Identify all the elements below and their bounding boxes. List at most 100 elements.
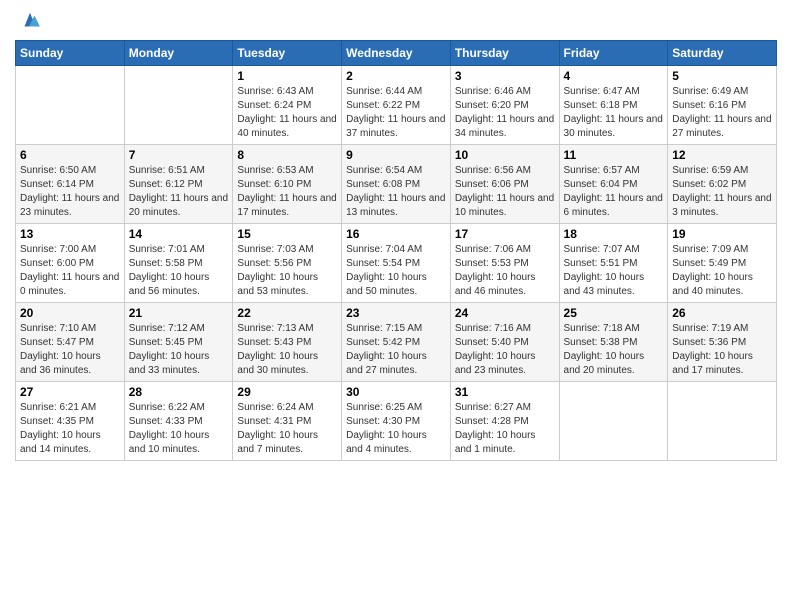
day-cell: 30 Sunrise: 6:25 AM Sunset: 4:30 PM Dayli… [342,382,451,461]
logo-icon [19,10,41,32]
day-info: Sunrise: 7:04 AM Sunset: 5:54 PM Dayligh… [346,243,446,299]
day-info: Sunrise: 6:59 AM Sunset: 6:02 PM Dayligh… [672,164,772,220]
weekday-header-wednesday: Wednesday [342,41,451,66]
day-cell: 27Sunrise: 6:21 AM Sunset: 4:35 PM Dayli… [16,382,125,461]
weekday-header-friday: Friday [559,41,668,66]
day-info: Sunrise: 7:01 AM Sunset: 5:58 PM Dayligh… [129,243,229,299]
week-row-5: 27Sunrise: 6:21 AM Sunset: 4:35 PM Dayli… [16,382,777,461]
day-number: 17 [455,227,555,241]
day-number: 30 [346,385,446,399]
day-cell: 8 Sunrise: 6:53 AM Sunset: 6:10 PM Daylig… [233,145,342,224]
week-row-4: 20 Sunrise: 7:10 AM Sunset: 5:47 PM Dayli… [16,303,777,382]
day-info: Sunrise: 6:50 AM Sunset: 6:14 PM Dayligh… [20,164,120,220]
day-cell: 19 Sunrise: 7:09 AM Sunset: 5:49 PM Dayli… [668,224,777,303]
day-number: 13 [20,227,120,241]
day-cell: 2 Sunrise: 6:44 AM Sunset: 6:22 PM Daylig… [342,66,451,145]
day-cell [124,66,233,145]
weekday-header-sunday: Sunday [16,41,125,66]
day-info: Sunrise: 6:47 AM Sunset: 6:18 PM Dayligh… [564,85,664,141]
day-cell: 21 Sunrise: 7:12 AM Sunset: 5:45 PM Dayli… [124,303,233,382]
day-number: 8 [237,148,337,162]
day-number: 11 [564,148,664,162]
day-info: Sunrise: 7:18 AM Sunset: 5:38 PM Dayligh… [564,322,664,378]
day-cell: 3Sunrise: 6:46 AM Sunset: 6:20 PM Daylig… [450,66,559,145]
day-cell: 1Sunrise: 6:43 AM Sunset: 6:24 PM Daylig… [233,66,342,145]
day-number: 25 [564,306,664,320]
day-info: Sunrise: 7:06 AM Sunset: 5:53 PM Dayligh… [455,243,555,299]
day-cell: 4 Sunrise: 6:47 AM Sunset: 6:18 PM Daylig… [559,66,668,145]
day-number: 24 [455,306,555,320]
day-number: 21 [129,306,229,320]
day-number: 26 [672,306,772,320]
day-info: Sunrise: 6:24 AM Sunset: 4:31 PM Dayligh… [237,401,337,457]
day-number: 2 [346,69,446,83]
day-info: Sunrise: 6:43 AM Sunset: 6:24 PM Dayligh… [237,85,337,141]
day-cell: 15 Sunrise: 7:03 AM Sunset: 5:56 PM Dayli… [233,224,342,303]
day-info: Sunrise: 6:25 AM Sunset: 4:30 PM Dayligh… [346,401,446,457]
day-number: 4 [564,69,664,83]
day-cell: 22Sunrise: 7:13 AM Sunset: 5:43 PM Dayli… [233,303,342,382]
day-info: Sunrise: 7:10 AM Sunset: 5:47 PM Dayligh… [20,322,120,378]
day-info: Sunrise: 7:15 AM Sunset: 5:42 PM Dayligh… [346,322,446,378]
weekday-header-monday: Monday [124,41,233,66]
day-info: Sunrise: 6:44 AM Sunset: 6:22 PM Dayligh… [346,85,446,141]
page-header [15,10,777,32]
day-cell: 10 Sunrise: 6:56 AM Sunset: 6:06 PM Dayli… [450,145,559,224]
day-number: 15 [237,227,337,241]
day-info: Sunrise: 7:00 AM Sunset: 6:00 PM Dayligh… [20,243,120,299]
day-number: 20 [20,306,120,320]
day-info: Sunrise: 6:53 AM Sunset: 6:10 PM Dayligh… [237,164,337,220]
day-number: 23 [346,306,446,320]
day-number: 10 [455,148,555,162]
day-number: 27 [20,385,120,399]
day-info: Sunrise: 6:22 AM Sunset: 4:33 PM Dayligh… [129,401,229,457]
day-info: Sunrise: 7:03 AM Sunset: 5:56 PM Dayligh… [237,243,337,299]
day-cell: 16 Sunrise: 7:04 AM Sunset: 5:54 PM Dayli… [342,224,451,303]
day-cell: 20 Sunrise: 7:10 AM Sunset: 5:47 PM Dayli… [16,303,125,382]
day-number: 7 [129,148,229,162]
day-cell: 23 Sunrise: 7:15 AM Sunset: 5:42 PM Dayli… [342,303,451,382]
day-info: Sunrise: 7:09 AM Sunset: 5:49 PM Dayligh… [672,243,772,299]
day-info: Sunrise: 6:56 AM Sunset: 6:06 PM Dayligh… [455,164,555,220]
weekday-header-row: SundayMondayTuesdayWednesdayThursdayFrid… [16,41,777,66]
week-row-3: 13 Sunrise: 7:00 AM Sunset: 6:00 PM Dayli… [16,224,777,303]
day-cell [559,382,668,461]
day-number: 31 [455,385,555,399]
day-number: 28 [129,385,229,399]
day-number: 18 [564,227,664,241]
day-cell: 9 Sunrise: 6:54 AM Sunset: 6:08 PM Daylig… [342,145,451,224]
day-cell: 11 Sunrise: 6:57 AM Sunset: 6:04 PM Dayli… [559,145,668,224]
day-number: 12 [672,148,772,162]
day-info: Sunrise: 6:49 AM Sunset: 6:16 PM Dayligh… [672,85,772,141]
day-cell: 5 Sunrise: 6:49 AM Sunset: 6:16 PM Daylig… [668,66,777,145]
day-cell: 14 Sunrise: 7:01 AM Sunset: 5:58 PM Dayli… [124,224,233,303]
day-number: 6 [20,148,120,162]
weekday-header-thursday: Thursday [450,41,559,66]
day-info: Sunrise: 7:13 AM Sunset: 5:43 PM Dayligh… [237,322,337,378]
day-info: Sunrise: 7:12 AM Sunset: 5:45 PM Dayligh… [129,322,229,378]
day-number: 14 [129,227,229,241]
calendar-table: SundayMondayTuesdayWednesdayThursdayFrid… [15,40,777,461]
day-number: 5 [672,69,772,83]
day-cell: 31 Sunrise: 6:27 AM Sunset: 4:28 PM Dayli… [450,382,559,461]
week-row-1: 1Sunrise: 6:43 AM Sunset: 6:24 PM Daylig… [16,66,777,145]
day-cell: 18 Sunrise: 7:07 AM Sunset: 5:51 PM Dayli… [559,224,668,303]
day-info: Sunrise: 7:07 AM Sunset: 5:51 PM Dayligh… [564,243,664,299]
day-cell: 7Sunrise: 6:51 AM Sunset: 6:12 PM Daylig… [124,145,233,224]
day-cell: 29 Sunrise: 6:24 AM Sunset: 4:31 PM Dayli… [233,382,342,461]
day-cell [16,66,125,145]
day-cell: 26 Sunrise: 7:19 AM Sunset: 5:36 PM Dayli… [668,303,777,382]
day-info: Sunrise: 6:54 AM Sunset: 6:08 PM Dayligh… [346,164,446,220]
day-number: 29 [237,385,337,399]
day-info: Sunrise: 6:57 AM Sunset: 6:04 PM Dayligh… [564,164,664,220]
day-number: 16 [346,227,446,241]
day-info: Sunrise: 7:19 AM Sunset: 5:36 PM Dayligh… [672,322,772,378]
day-info: Sunrise: 7:16 AM Sunset: 5:40 PM Dayligh… [455,322,555,378]
day-cell: 17 Sunrise: 7:06 AM Sunset: 5:53 PM Dayli… [450,224,559,303]
day-info: Sunrise: 6:27 AM Sunset: 4:28 PM Dayligh… [455,401,555,457]
weekday-header-tuesday: Tuesday [233,41,342,66]
day-cell: 25 Sunrise: 7:18 AM Sunset: 5:38 PM Dayli… [559,303,668,382]
day-cell [668,382,777,461]
day-number: 19 [672,227,772,241]
day-number: 9 [346,148,446,162]
